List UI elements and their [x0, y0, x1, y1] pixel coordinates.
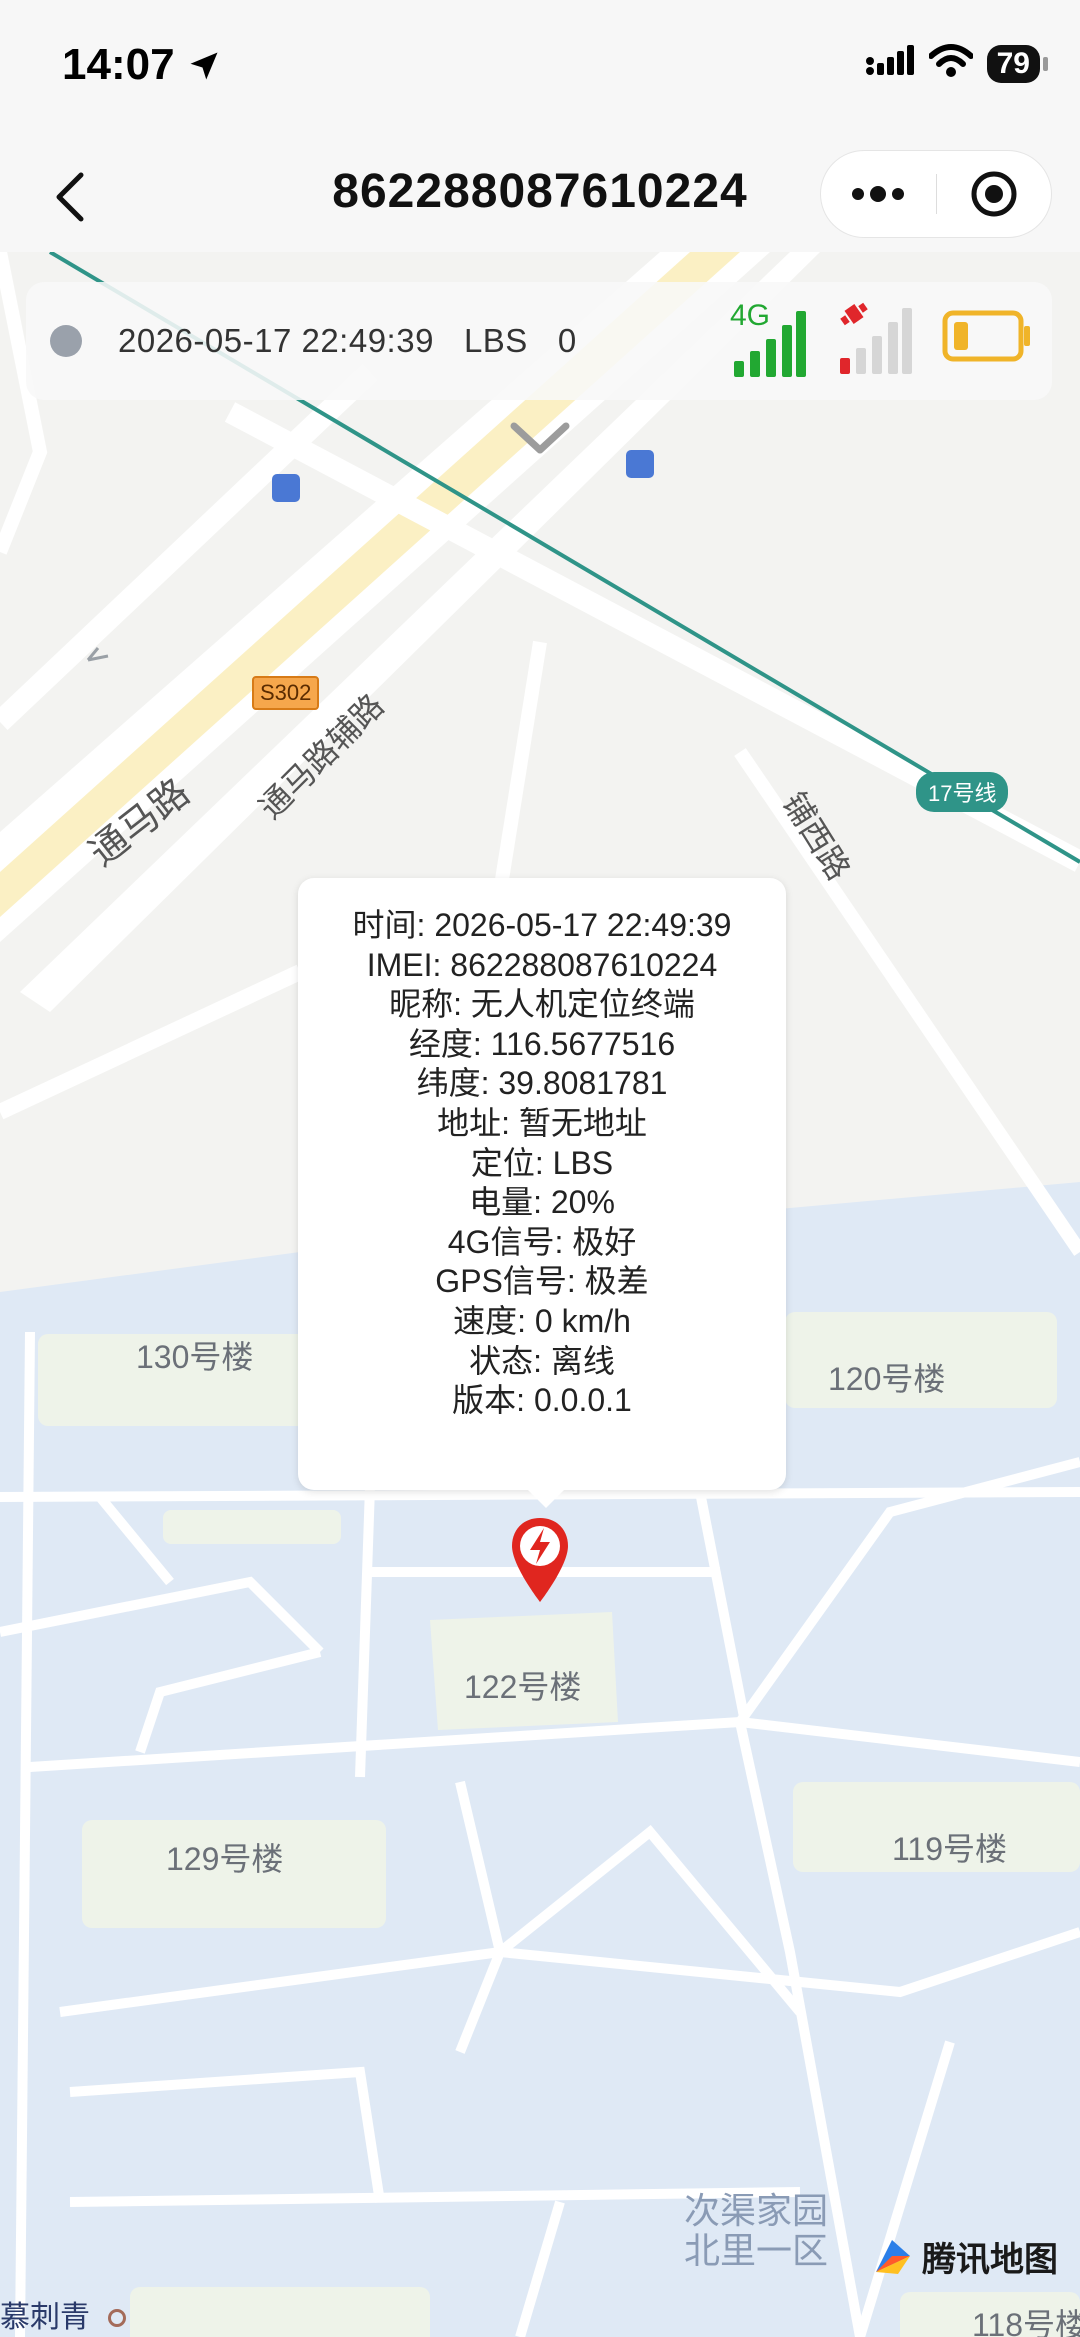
- popup-line-label: 4G信号:: [447, 1223, 573, 1260]
- popup-line-label: 定位:: [470, 1144, 553, 1181]
- status-datetime: 2026-05-17 22:49:39: [118, 322, 434, 359]
- popup-line: 经度: 116.5677516: [298, 1025, 786, 1065]
- popup-line-label: 昵称:: [389, 986, 471, 1023]
- tencent-map-logo: 腾讯地图: [872, 2232, 1058, 2281]
- area-name-line2: 北里一区: [684, 2230, 829, 2271]
- popup-line: 时间: 2026-05-17 22:49:39: [298, 906, 786, 946]
- building-label-118: 118号楼: [972, 2307, 1080, 2337]
- highway-shield-label: S302: [260, 680, 312, 705]
- popup-line-value: 极差: [584, 1263, 649, 1300]
- metro-label-text: 17号线: [928, 781, 997, 806]
- collapse-chevron-icon[interactable]: [510, 420, 570, 461]
- popup-line-label: 时间:: [352, 907, 435, 943]
- popup-line-label: 地址:: [437, 1104, 519, 1141]
- popup-line: 版本: 0.0.0.1: [298, 1381, 786, 1421]
- status-count: 0: [557, 322, 577, 359]
- popup-line: 4G信号: 极好: [298, 1223, 786, 1263]
- popup-line: 定位: LBS: [298, 1144, 786, 1184]
- tencent-map-text: 腾讯地图: [922, 2241, 1058, 2279]
- signal-icons: 4G: [730, 296, 1032, 381]
- highway-shield-s302: S302: [252, 676, 320, 710]
- status-time: 14:07: [62, 40, 175, 89]
- popup-line-value: LBS: [552, 1144, 614, 1181]
- popup-line-label: 速度:: [453, 1302, 535, 1339]
- popup-line-label: 纬度:: [416, 1065, 499, 1102]
- popup-line: IMEI: 862288087610224: [298, 946, 786, 986]
- popup-line-value: 2026-05-17 22:49:39: [434, 907, 732, 943]
- popup-lines: 时间: 2026-05-17 22:49:39 IMEI: 86228808761…: [298, 878, 786, 1421]
- popup-line-label: 版本:: [452, 1382, 534, 1419]
- popup-line: 速度: 0 km/h: [298, 1302, 786, 1342]
- building-label-130: 130号楼: [136, 1339, 254, 1375]
- popup-line: 地址: 暂无地址: [298, 1104, 786, 1144]
- popup-line-value: 20%: [550, 1184, 615, 1221]
- metro-label-17: 17号线: [916, 772, 1009, 812]
- popup-line-label: IMEI:: [366, 946, 451, 983]
- battery-low-icon: [942, 308, 1032, 369]
- popup-line: 电量: 20%: [298, 1183, 786, 1223]
- popup-line-value: 0 km/h: [534, 1302, 631, 1339]
- building-label-122: 122号楼: [464, 1669, 582, 1705]
- more-dots-icon: [852, 186, 905, 202]
- gps-signal-icon: [836, 296, 914, 381]
- popup-line-value: 离线: [550, 1342, 615, 1379]
- status-icons: 79: [865, 44, 1049, 83]
- popup-line: 昵称: 无人机定位终端: [298, 985, 786, 1025]
- target-circle-icon: [971, 171, 1017, 217]
- status-mode: LBS: [463, 322, 528, 359]
- popup-line-label: 电量:: [469, 1184, 551, 1221]
- status-bar: 14:07 79: [0, 0, 1080, 140]
- device-info-popup: 时间: 2026-05-17 22:49:39 IMEI: 86228808761…: [298, 878, 786, 1508]
- poi-label-left: 慕刺青: [0, 2292, 127, 2336]
- popup-line-value: 39.8081781: [498, 1065, 668, 1102]
- poi-text: 慕刺青: [0, 2301, 90, 2334]
- popup-line-value: 862288087610224: [450, 946, 718, 983]
- building-label-119: 119号楼: [892, 1831, 1008, 1867]
- tencent-map-icon: [876, 2239, 910, 2274]
- battery-indicator: 79: [986, 44, 1049, 83]
- popup-line: 状态: 离线: [298, 1342, 786, 1382]
- wifi-icon: [927, 44, 974, 83]
- 4g-signal-icon: 4G: [730, 299, 808, 379]
- nav-bar: 862288087610224: [0, 140, 1080, 252]
- popup-line: GPS信号: 极差: [298, 1262, 786, 1302]
- cellular-signal-icon: [865, 45, 915, 82]
- building-label-120: 120号楼: [828, 1361, 946, 1397]
- more-button[interactable]: [821, 151, 936, 237]
- popup-line-label: GPS信号:: [435, 1263, 585, 1300]
- popup-line-label: 状态:: [469, 1342, 551, 1379]
- popup-line-value: 0.0.0.1: [533, 1382, 632, 1419]
- popup-line-value: 116.5677516: [490, 1025, 676, 1062]
- status-summary: 2026-05-17 22:49:39 LBS 0: [118, 322, 607, 360]
- popup-line: 纬度: 39.8081781: [298, 1064, 786, 1104]
- close-miniprogram-button[interactable]: [937, 151, 1052, 237]
- poi-circle-icon: [108, 2309, 127, 2327]
- location-arrow-icon: [186, 48, 222, 89]
- popup-line-value: 无人机定位终端: [470, 986, 695, 1023]
- popup-line-value: 极好: [572, 1223, 637, 1260]
- mini-program-capsule: [820, 150, 1052, 238]
- popup-line-label: 经度:: [408, 1025, 491, 1062]
- device-status-bar[interactable]: 2026-05-17 22:49:39 LBS 0 4G: [26, 282, 1052, 400]
- popup-line-value: 暂无地址: [518, 1104, 647, 1141]
- building-label-129: 129号楼: [166, 1841, 284, 1877]
- online-status-dot: [50, 325, 82, 357]
- device-location-marker[interactable]: [508, 1514, 572, 1611]
